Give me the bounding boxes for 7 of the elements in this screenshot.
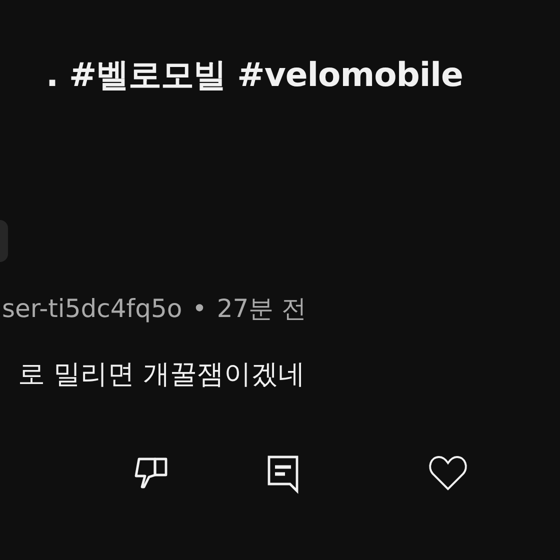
author-name[interactable]: ser-ti5dc4fq5o (2, 292, 182, 326)
heart-icon[interactable] (428, 454, 468, 492)
video-title: . #벨로모빌 #velomobile (45, 54, 464, 96)
separator-dot: • (192, 293, 207, 325)
comment-time: 27분 전 (216, 293, 307, 325)
comment-icon[interactable] (266, 454, 300, 494)
comment-text: 로 밀리면 개꿀잼이겠네 (17, 358, 306, 392)
